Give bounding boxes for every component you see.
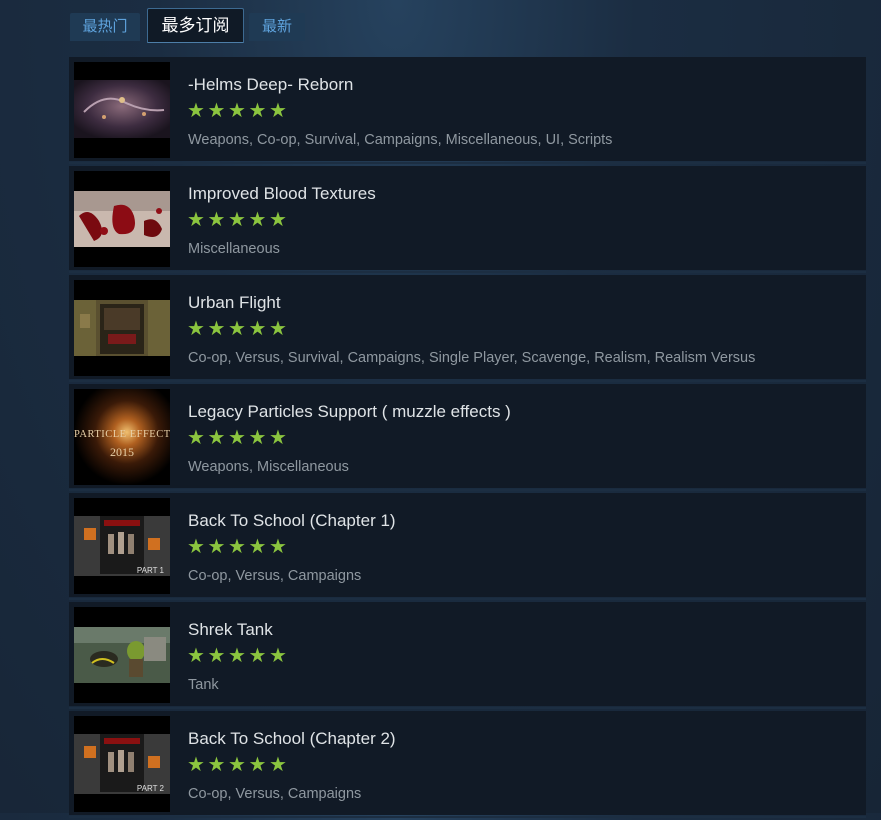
item-title[interactable]: -Helms Deep- Reborn <box>188 75 353 95</box>
tab-newest[interactable]: 最新 <box>249 13 305 41</box>
particle-effects-thumbnail[interactable]: PARTICLE EFFECTS 2015 <box>74 389 170 485</box>
star-icon: ★ <box>187 209 205 231</box>
item-tags: Tank <box>188 677 219 693</box>
star-icon: ★ <box>269 100 287 122</box>
item-tags: Weapons, Co-op, Survival, Campaigns, Mis… <box>188 132 613 148</box>
tab-most-subscribed[interactable]: 最多订阅 <box>147 8 244 43</box>
star-icon: ★ <box>228 209 246 231</box>
star-icon: ★ <box>228 645 246 667</box>
star-icon: ★ <box>248 536 267 558</box>
thumb-year: 2015 <box>110 445 134 459</box>
item-title[interactable]: Shrek Tank <box>188 620 273 640</box>
rating-stars: ★ ★ ★ ★ ★ <box>187 425 290 450</box>
thumb-part-label: PART 1 <box>136 566 164 575</box>
fortress-map-thumbnail[interactable] <box>74 62 170 158</box>
star-icon: ★ <box>228 754 246 776</box>
rating-stars: ★ ★ ★ ★ ★ <box>187 207 290 232</box>
star-icon: ★ <box>207 100 226 122</box>
workshop-item[interactable]: Urban Flight ★ ★ ★ ★ ★ Co-op, Versus, Surviv… <box>69 275 866 382</box>
workshop-item[interactable]: -Helms Deep- Reborn ★ ★ ★ ★ ★ Weapons, Co-op… <box>69 57 866 164</box>
star-icon: ★ <box>269 645 287 667</box>
star-icon: ★ <box>248 427 267 449</box>
item-title[interactable]: Back To School (Chapter 1) <box>188 511 396 531</box>
workshop-item[interactable]: Improved Blood Textures ★ ★ ★ ★ ★ Miscellane… <box>69 166 866 273</box>
star-icon: ★ <box>228 100 246 122</box>
star-icon: ★ <box>187 645 205 667</box>
workshop-item[interactable]: PART 2 Back To School (Chapter 2) ★ ★ ★ ★ ★ … <box>69 711 866 818</box>
tab-most-popular[interactable]: 最热门 <box>70 13 140 41</box>
rating-stars: ★ ★ ★ ★ ★ <box>187 643 290 668</box>
item-tags: Co-op, Versus, Campaigns <box>188 568 362 584</box>
star-icon: ★ <box>207 536 226 558</box>
rating-stars: ★ ★ ★ ★ ★ <box>187 98 290 123</box>
star-icon: ★ <box>228 427 246 449</box>
shrek-thumbnail[interactable] <box>74 607 170 703</box>
star-icon: ★ <box>187 754 205 776</box>
star-icon: ★ <box>207 318 226 340</box>
workshop-item[interactable]: Shrek Tank ★ ★ ★ ★ ★ Tank <box>69 602 866 709</box>
item-title[interactable]: Back To School (Chapter 2) <box>188 729 396 749</box>
workshop-item[interactable]: PART 1 Back To School (Chapter 1) ★ ★ ★ ★ ★ … <box>69 493 866 600</box>
star-icon: ★ <box>187 318 205 340</box>
item-tags: Co-op, Versus, Campaigns <box>188 786 362 802</box>
workshop-item-list: -Helms Deep- Reborn ★ ★ ★ ★ ★ Weapons, Co-op… <box>69 57 866 820</box>
item-title[interactable]: Urban Flight <box>188 293 281 313</box>
item-tags: Miscellaneous <box>188 241 280 257</box>
star-icon: ★ <box>207 645 226 667</box>
item-title[interactable]: Legacy Particles Support ( muzzle effect… <box>188 402 511 422</box>
star-icon: ★ <box>248 100 267 122</box>
star-icon: ★ <box>269 427 287 449</box>
star-icon: ★ <box>269 754 287 776</box>
star-icon: ★ <box>248 645 267 667</box>
star-icon: ★ <box>207 427 226 449</box>
star-icon: ★ <box>187 427 205 449</box>
item-tags: Co-op, Versus, Survival, Campaigns, Sing… <box>188 350 756 366</box>
school-poster-thumbnail[interactable]: PART 1 <box>74 498 170 594</box>
star-icon: ★ <box>269 209 287 231</box>
item-title[interactable]: Improved Blood Textures <box>188 184 376 204</box>
star-icon: ★ <box>248 318 267 340</box>
star-icon: ★ <box>187 536 205 558</box>
star-icon: ★ <box>228 536 246 558</box>
star-icon: ★ <box>248 754 267 776</box>
workshop-item[interactable]: PARTICLE EFFECTS 2015 Legacy Particles S… <box>69 384 866 491</box>
rating-stars: ★ ★ ★ ★ ★ <box>187 316 290 341</box>
item-tags: Weapons, Miscellaneous <box>188 459 349 475</box>
campaign-poster-thumbnail[interactable] <box>74 280 170 376</box>
star-icon: ★ <box>187 100 205 122</box>
rating-stars: ★ ★ ★ ★ ★ <box>187 752 290 777</box>
rating-stars: ★ ★ ★ ★ ★ <box>187 534 290 559</box>
star-icon: ★ <box>228 318 246 340</box>
thumb-caption: PARTICLE EFFECTS <box>74 429 170 440</box>
star-icon: ★ <box>269 318 287 340</box>
star-icon: ★ <box>207 754 226 776</box>
school-poster-thumbnail[interactable]: PART 2 <box>74 716 170 812</box>
star-icon: ★ <box>248 209 267 231</box>
star-icon: ★ <box>207 209 226 231</box>
thumb-part-label: PART 2 <box>136 784 164 793</box>
blood-splatter-thumbnail[interactable] <box>74 171 170 267</box>
star-icon: ★ <box>269 536 287 558</box>
